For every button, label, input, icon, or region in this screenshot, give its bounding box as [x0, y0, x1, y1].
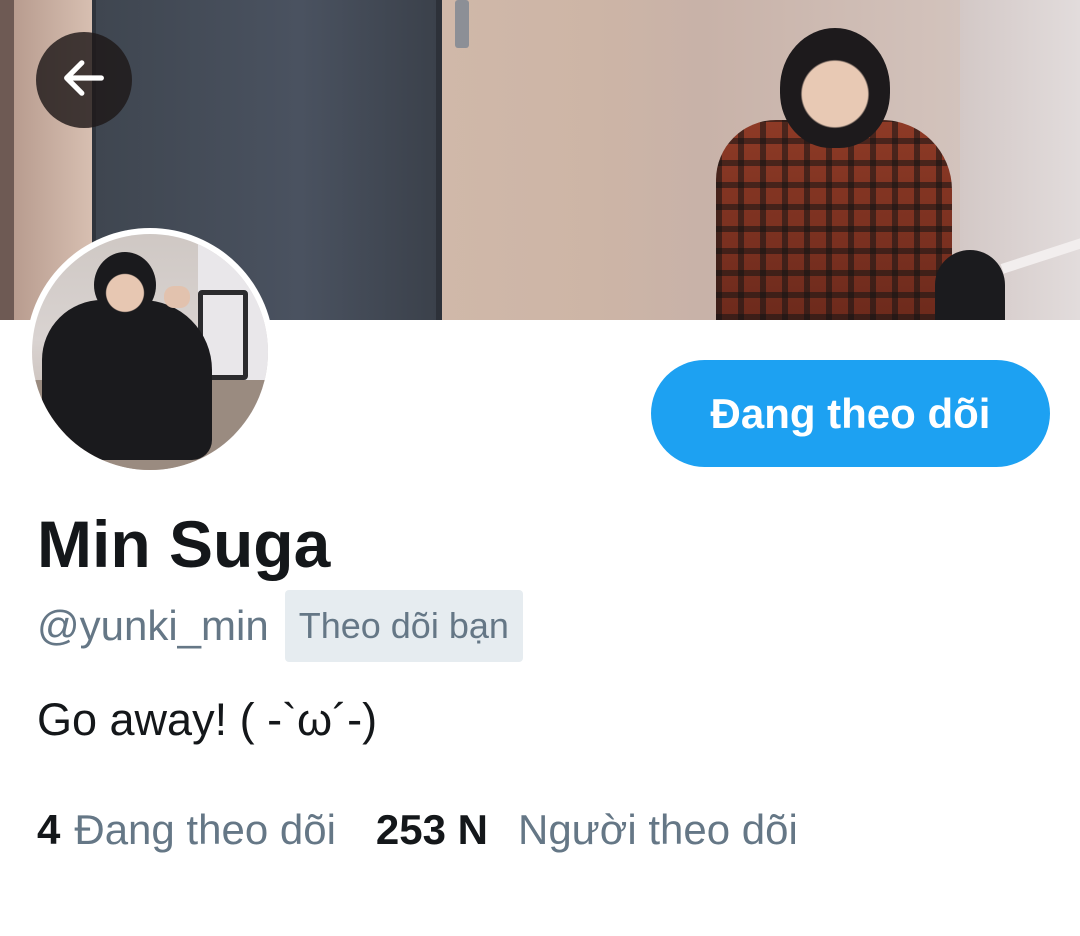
avatar-person-hand — [164, 286, 190, 308]
following-label: Đang theo dõi — [74, 806, 336, 853]
banner-person-head — [780, 28, 890, 148]
followers-stat[interactable]: 253 N Người theo dõi — [376, 800, 798, 860]
profile-bio: Go away! ( -`ω´-) — [37, 694, 378, 745]
banner-door-frame — [0, 0, 14, 320]
banner-door-handle — [455, 0, 469, 48]
followers-count: 253 N — [375, 806, 488, 853]
avatar-image — [32, 234, 268, 470]
display-name: Min Suga — [37, 507, 331, 581]
profile-stats: 4 Đang theo dõi 253 N Người theo dõi — [37, 800, 798, 860]
following-count: 4 — [37, 806, 61, 853]
followers-label: Người theo dõi — [517, 806, 798, 853]
handle-row: @yunki_min Theo dõi bạn — [37, 590, 523, 662]
following-button[interactable]: Đang theo dõi — [651, 360, 1050, 467]
avatar-person-head — [94, 252, 156, 318]
profile-avatar[interactable] — [26, 228, 274, 476]
banner-person-body — [716, 120, 952, 320]
user-handle: @yunki_min — [37, 602, 269, 649]
follows-you-badge: Theo dõi bạn — [284, 590, 523, 662]
back-button[interactable] — [36, 32, 132, 128]
avatar-person-body — [42, 300, 212, 460]
following-stat[interactable]: 4 Đang theo dõi — [37, 800, 336, 860]
banner-person-knee — [935, 250, 1005, 320]
arrow-left-icon — [58, 52, 110, 109]
